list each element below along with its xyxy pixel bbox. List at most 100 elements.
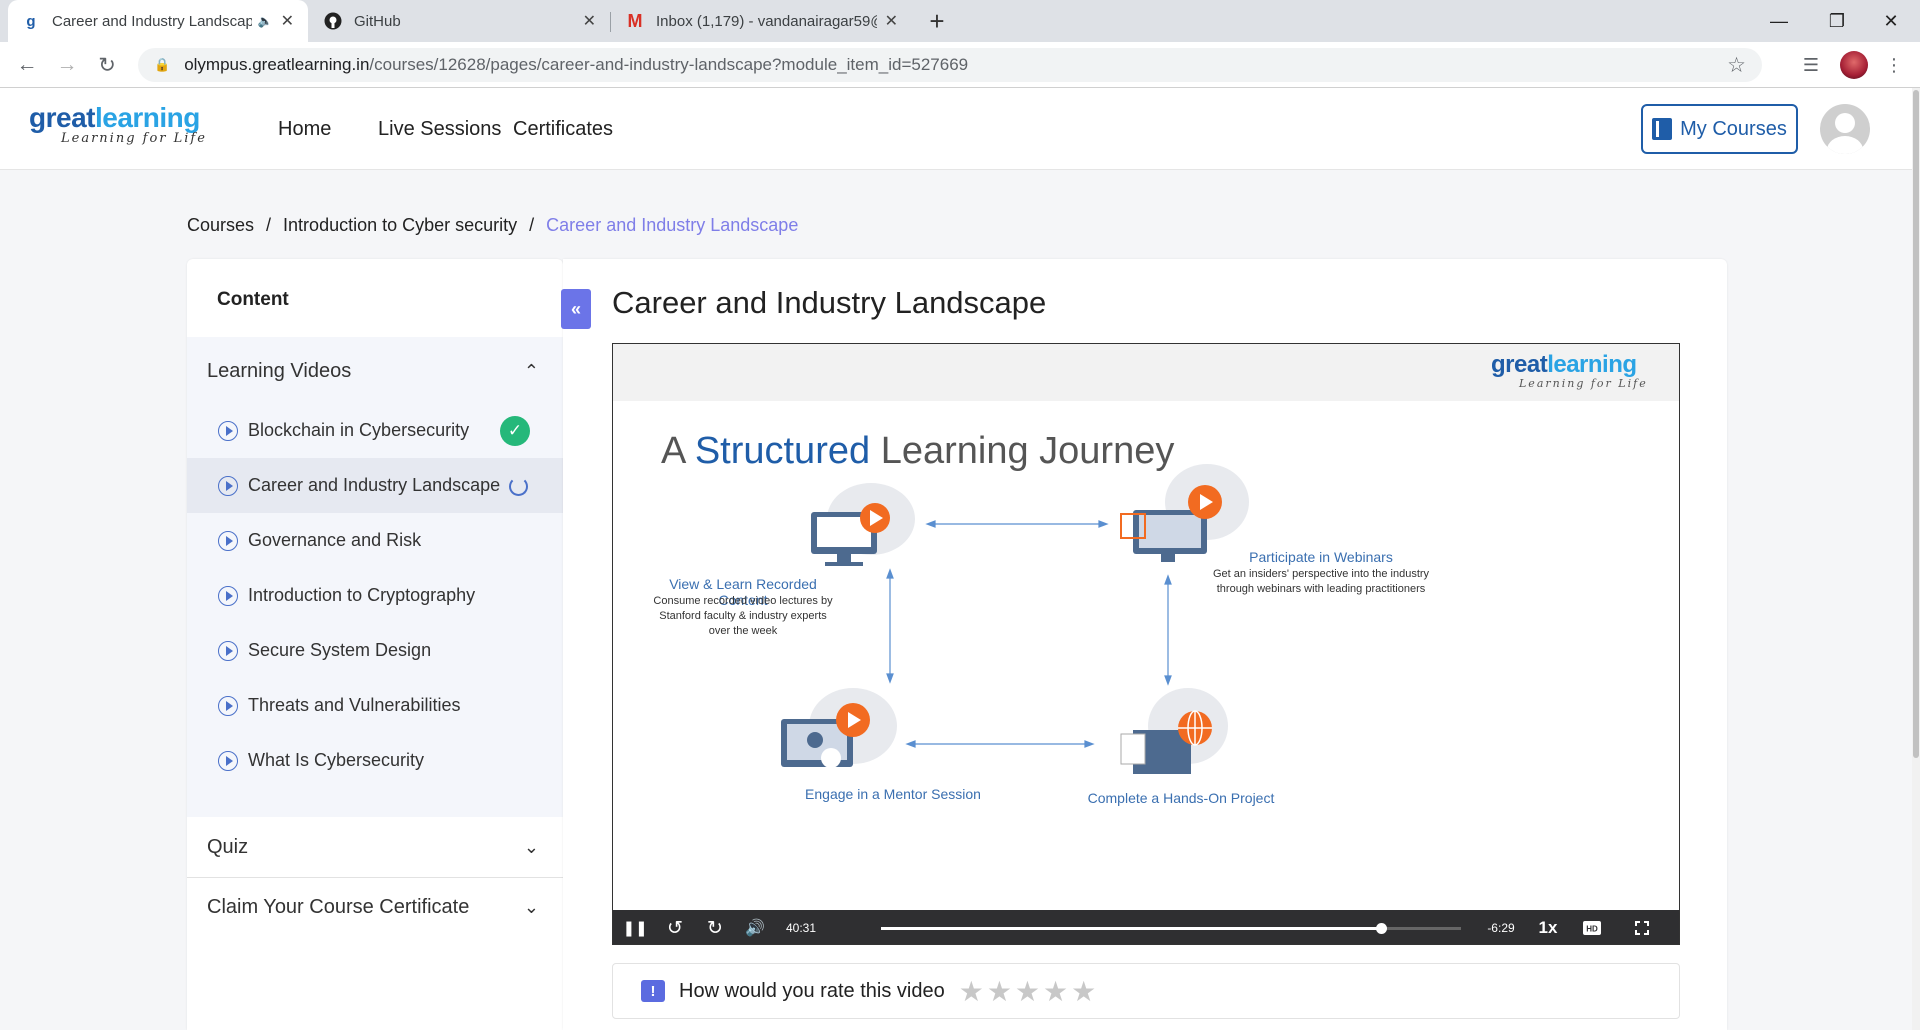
tab-close-icon[interactable]: ✕ (885, 11, 898, 31)
playback-speed[interactable]: 1x (1533, 910, 1563, 944)
breadcrumb-courses[interactable]: Courses (187, 215, 254, 236)
nav-live-sessions[interactable]: Live Sessions (378, 118, 501, 141)
rating-star-icon[interactable]: ★ (1071, 975, 1096, 1008)
video-item[interactable]: Introduction to Cryptography (187, 568, 563, 623)
url-host: olympus.greatlearning.in (184, 55, 370, 74)
rewind-icon[interactable]: ↺ (663, 910, 687, 944)
nav-home[interactable]: Home (278, 118, 331, 141)
learning-videos-section: Learning Videos ⌃ Blockchain in Cybersec… (187, 337, 563, 817)
svg-text:HD: HD (1586, 925, 1598, 934)
play-circle-icon (218, 475, 238, 496)
tab-title: Inbox (1,179) - vandanairagar59@gmail.co… (656, 12, 877, 30)
address-bar[interactable]: 🔒 olympus.greatlearning.in /courses/1262… (138, 48, 1762, 82)
step2-desc: Get an insiders' perspective into the in… (1212, 568, 1430, 595)
content-sidebar: Content Learning Videos ⌃ Blockchain in … (187, 259, 563, 1030)
page-title: Career and Industry Landscape (612, 285, 1047, 320)
close-window-icon[interactable]: ✕ (1862, 0, 1920, 42)
gmail-icon: M (627, 10, 643, 31)
new-tab-icon[interactable]: + (922, 6, 952, 36)
breadcrumb-current: Career and Industry Landscape (546, 215, 799, 235)
gl-favicon: g (26, 12, 36, 30)
browser-tab-gmail[interactable]: M Inbox (1,179) - vandanairagar59@gmail.… (612, 0, 912, 42)
step4-label: Complete a Hands-On Project (1087, 790, 1275, 806)
quiz-header[interactable]: Quiz ⌄ (187, 817, 563, 877)
nav-certificates[interactable]: Certificates (513, 118, 613, 141)
video-item[interactable]: Blockchain in Cybersecurity ✓ (187, 403, 563, 458)
feedback-icon: ! (641, 980, 665, 1002)
github-icon (324, 12, 342, 30)
step2-label: Participate in Webinars (1249, 549, 1393, 565)
quality-icon[interactable]: HD (1577, 910, 1607, 944)
video-title: Threats and Vulnerabilities (248, 695, 461, 715)
back-icon[interactable]: ← (13, 51, 41, 79)
video-item[interactable]: Governance and Risk (187, 513, 563, 568)
webinar-icon (1120, 464, 1249, 562)
recorded-content-icon (811, 483, 915, 566)
browser-tab-active[interactable]: g Career and Industry Landscape 🔈 ✕ (8, 0, 308, 42)
tab-close-icon[interactable]: ✕ (583, 11, 596, 31)
rating-star-icon[interactable]: ★ (1043, 975, 1068, 1008)
user-avatar[interactable] (1820, 104, 1870, 154)
mentor-icon (781, 688, 897, 768)
play-circle-icon (218, 585, 238, 606)
volume-icon[interactable]: 🔊 (743, 910, 767, 944)
rating-box: ! How would you rate this video ★ ★ ★ ★ … (612, 963, 1680, 1019)
restore-icon[interactable]: ❐ (1808, 0, 1866, 42)
section-label: Quiz (207, 835, 249, 858)
tab-close-icon[interactable]: ✕ (281, 11, 294, 31)
minimize-icon[interactable]: — (1750, 0, 1808, 42)
video-item[interactable]: What Is Cybersecurity (187, 733, 563, 788)
bookmark-star-icon[interactable]: ☆ (1727, 53, 1746, 78)
remaining-time: -6:29 (1487, 921, 1515, 935)
fullscreen-icon[interactable] (1627, 910, 1657, 944)
logo-text: great (29, 102, 95, 133)
logo-tagline: Learning for Life (61, 131, 207, 146)
project-icon (1120, 688, 1228, 774)
video-title: Introduction to Cryptography (248, 585, 476, 605)
video-player[interactable]: greatlearning Learning for Life A Struct… (612, 343, 1680, 945)
video-item[interactable]: Secure System Design (187, 623, 563, 678)
collapse-sidebar-button[interactable]: « (561, 289, 591, 329)
page-scrollbar[interactable] (1912, 88, 1920, 1030)
my-courses-button[interactable]: My Courses (1641, 104, 1798, 154)
video-item-current[interactable]: Career and Industry Landscape (187, 458, 563, 513)
section-label: Learning Videos (207, 359, 352, 382)
video-item[interactable]: Threats and Vulnerabilities (187, 678, 563, 733)
browser-profile-avatar[interactable] (1840, 51, 1868, 79)
speaker-icon[interactable]: 🔈 (258, 14, 273, 28)
breadcrumb-course[interactable]: Introduction to Cyber security (283, 215, 517, 236)
breadcrumb: Courses / Introduction to Cyber security… (187, 215, 798, 236)
play-circle-icon (218, 640, 238, 661)
breadcrumb-separator: / (529, 215, 535, 235)
completed-check-icon: ✓ (500, 416, 530, 446)
rating-star-icon[interactable]: ★ (987, 975, 1012, 1008)
video-title: Career and Industry Landscape (248, 475, 501, 495)
forward-skip-icon[interactable]: ↻ (703, 910, 727, 944)
forward-icon[interactable]: → (53, 51, 81, 79)
video-title: Blockchain in Cybersecurity (248, 420, 470, 440)
browser-tab-bar: g Career and Industry Landscape 🔈 ✕ GitH… (0, 0, 1920, 42)
media-queue-icon[interactable]: ☰ (1797, 51, 1825, 79)
rating-question: How would you rate this video (679, 979, 945, 1002)
progress-handle[interactable] (1375, 923, 1387, 934)
pause-icon[interactable]: ❚❚ (622, 910, 647, 944)
rating-star-icon[interactable]: ★ (1015, 975, 1040, 1008)
browser-tab-github[interactable]: GitHub ✕ (310, 0, 610, 42)
scrollbar-thumb[interactable] (1913, 90, 1919, 758)
rating-star-icon[interactable]: ★ (959, 975, 984, 1008)
site-header: greatlearning Learning for Life Home Liv… (0, 88, 1912, 170)
lock-icon[interactable]: 🔒 (154, 57, 170, 73)
my-courses-label: My Courses (1680, 117, 1787, 140)
certificate-header[interactable]: Claim Your Course Certificate ⌄ (187, 877, 563, 937)
video-title: What Is Cybersecurity (248, 750, 425, 770)
browser-menu-icon[interactable]: ⋮ (1880, 51, 1908, 79)
step1-desc: Consume recorded video lectures by Stanf… (653, 595, 833, 637)
section-label: Claim Your Course Certificate (207, 895, 470, 918)
learning-videos-header[interactable]: Learning Videos ⌃ (187, 341, 563, 401)
browser-toolbar: ← → ↻ 🔒 olympus.greatlearning.in /course… (0, 42, 1920, 88)
greatlearning-logo[interactable]: greatlearning Learning for Life (29, 104, 229, 146)
progress-bar[interactable] (881, 923, 1461, 934)
progress-fill (881, 927, 1381, 930)
reload-icon[interactable]: ↻ (93, 51, 121, 79)
video-title: Governance and Risk (248, 530, 422, 550)
